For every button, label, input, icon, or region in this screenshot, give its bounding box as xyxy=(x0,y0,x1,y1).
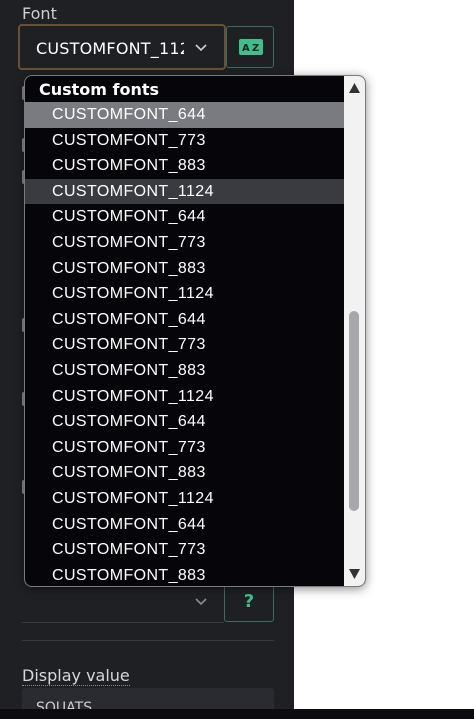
chevron-down-icon xyxy=(195,44,207,52)
font-option[interactable]: CUSTOMFONT_1124 xyxy=(25,486,346,512)
font-option[interactable]: CUSTOMFONT_773 xyxy=(25,128,346,154)
display-value-label: Display value xyxy=(22,666,130,686)
option-list: CUSTOMFONT_644 CUSTOMFONT_773 CUSTOMFONT_8… xyxy=(25,102,346,586)
scrollbar[interactable] xyxy=(344,76,365,586)
font-option[interactable]: CUSTOMFONT_883 xyxy=(25,358,346,384)
chevron-down-icon xyxy=(195,598,207,606)
triangle-down-icon[interactable] xyxy=(348,568,361,580)
font-option[interactable]: CUSTOMFONT_883 xyxy=(25,563,346,586)
font-option[interactable]: CUSTOMFONT_644 xyxy=(25,409,346,435)
font-option[interactable]: CUSTOMFONT_644 xyxy=(25,512,346,538)
font-option[interactable]: CUSTOMFONT_883 xyxy=(25,256,346,282)
font-select[interactable]: CUSTOMFONT_1124 xyxy=(18,24,226,70)
font-preview-icon: A Z xyxy=(239,39,263,55)
font-option[interactable]: CUSTOMFONT_1124 xyxy=(25,281,346,307)
svg-text:A: A xyxy=(242,43,250,54)
font-option[interactable]: CUSTOMFONT_883 xyxy=(25,153,346,179)
font-option[interactable]: CUSTOMFONT_773 xyxy=(25,230,346,256)
font-option[interactable]: CUSTOMFONT_1124 xyxy=(25,384,346,410)
triangle-up-icon[interactable] xyxy=(348,82,361,94)
font-option[interactable]: CUSTOMFONT_1124 xyxy=(25,178,346,205)
font-dropdown-list[interactable]: Custom fonts CUSTOMFONT_644 CUSTOMFONT_77… xyxy=(24,75,366,587)
divider xyxy=(22,640,274,641)
font-option[interactable]: CUSTOMFONT_644 xyxy=(25,204,346,230)
font-option[interactable]: CUSTOMFONT_644 xyxy=(25,307,346,333)
font-select-value: CUSTOMFONT_1124 xyxy=(36,39,184,58)
font-option[interactable]: CUSTOMFONT_644 xyxy=(25,102,346,128)
font-option[interactable]: CUSTOMFONT_883 xyxy=(25,460,346,486)
secondary-select[interactable] xyxy=(22,582,224,623)
group-header: Custom fonts xyxy=(39,80,160,99)
font-preview-button[interactable]: A Z xyxy=(226,26,274,68)
font-option[interactable]: CUSTOMFONT_773 xyxy=(25,332,346,358)
scroll-thumb[interactable] xyxy=(349,311,359,511)
svg-text:Z: Z xyxy=(252,43,259,54)
font-option[interactable]: CUSTOMFONT_773 xyxy=(25,537,346,563)
help-button[interactable]: ? xyxy=(224,582,274,622)
font-label: Font xyxy=(22,4,57,23)
bottom-bar xyxy=(0,709,474,719)
font-option[interactable]: CUSTOMFONT_773 xyxy=(25,435,346,461)
